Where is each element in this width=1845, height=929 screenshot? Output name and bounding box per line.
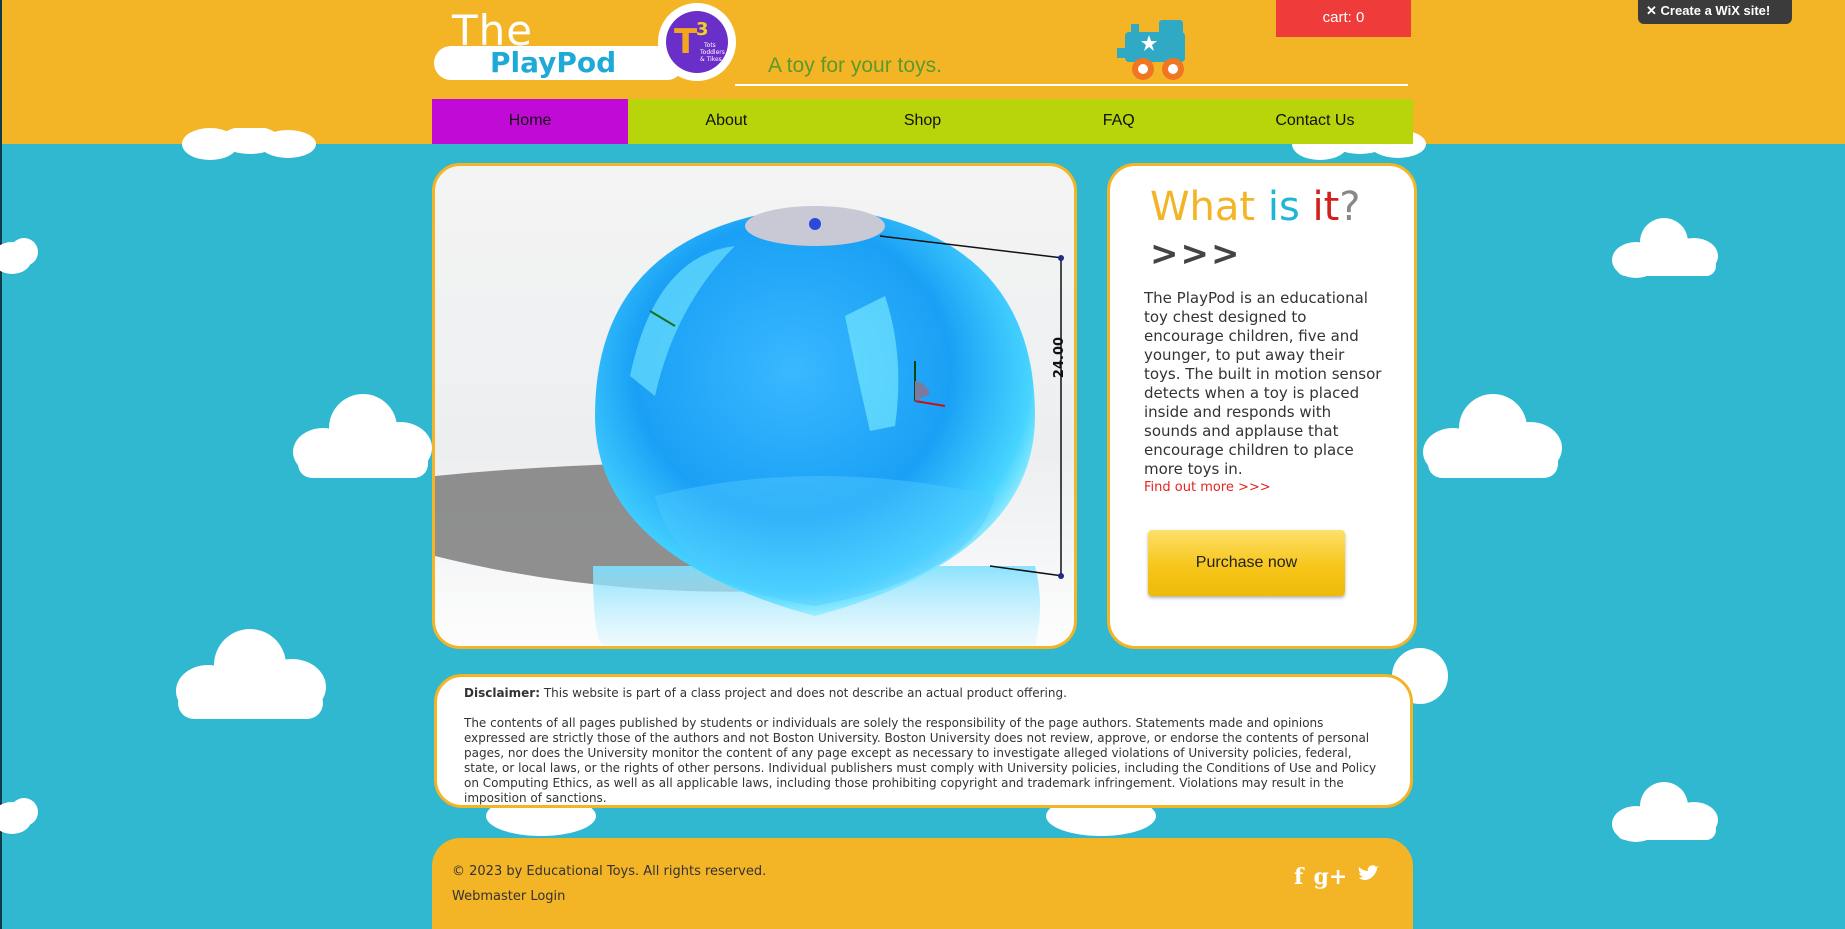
hero-image-panel: 24.00 (432, 163, 1077, 649)
main-nav: Home About Shop FAQ Contact Us (432, 99, 1413, 144)
svg-text:& Tikes: & Tikes (700, 56, 722, 63)
wix-icon: ✕ (1646, 3, 1661, 18)
logo-playpod: PlayPod (490, 46, 617, 79)
heading-word-what: What (1150, 184, 1256, 230)
heading-word-it: it (1312, 184, 1340, 230)
webmaster-login-link[interactable]: Webmaster Login (452, 889, 565, 904)
cloud-decoration (182, 128, 316, 160)
svg-text:T: T (674, 22, 698, 62)
product-description: The PlayPod is an educational toy chest … (1144, 289, 1382, 478)
site-tagline: A toy for your toys. (768, 54, 942, 77)
chevron-arrows: >>> (1150, 234, 1242, 274)
find-out-more-link[interactable]: Find out more >>> (1144, 480, 1271, 495)
nav-faq[interactable]: FAQ (1021, 99, 1217, 144)
twitter-bird-glyph (1359, 865, 1380, 880)
nav-shop[interactable]: Shop (824, 99, 1020, 144)
cloud-decoration (0, 798, 38, 834)
brand-badge: T 3 Tots Toddlers & Tikes (658, 3, 736, 81)
cloud-decoration (486, 806, 596, 836)
info-panel: What is it? >>> The PlayPod is an educat… (1107, 163, 1417, 649)
nav-contact-us[interactable]: Contact Us (1217, 99, 1413, 144)
cloud-decoration (1423, 394, 1562, 478)
svg-text:Toddlers: Toddlers (699, 49, 725, 56)
heading-question-mark: ? (1339, 184, 1361, 230)
disclaimer-panel: Disclaimer: This website is part of a cl… (434, 674, 1413, 808)
disclaimer-short: This website is part of a class project … (543, 686, 1067, 700)
purchase-now-button[interactable]: Purchase now (1148, 530, 1345, 596)
create-wix-site-banner[interactable]: ✕ Create a WiX site! (1638, 0, 1792, 24)
cloud-decoration (1046, 806, 1156, 836)
train-icon (1117, 20, 1185, 80)
svg-text:Tots: Tots (703, 42, 716, 49)
cloud-decoration (1612, 782, 1718, 842)
nav-about[interactable]: About (628, 99, 824, 144)
header-divider (735, 84, 1408, 86)
dimension-label: 24.00 (1052, 336, 1068, 379)
copyright-text: © 2023 by Educational Toys. All rights r… (452, 864, 767, 879)
nav-home[interactable]: Home (432, 99, 629, 144)
badge-circle: T 3 Tots Toddlers & Tikes (666, 11, 728, 73)
twitter-icon[interactable] (1357, 864, 1380, 890)
disclaimer-summary: Disclaimer: This website is part of a cl… (464, 686, 1384, 700)
cloud-decoration (293, 394, 432, 478)
cloud-decoration (0, 238, 38, 274)
google-plus-icon[interactable]: g+ (1313, 864, 1347, 890)
svg-text:3: 3 (696, 19, 709, 40)
disclaimer-body: The contents of all pages published by s… (464, 716, 1377, 805)
heading-word-is: is (1267, 184, 1300, 230)
what-is-it-heading: What is it? (1150, 184, 1361, 230)
cloud-decoration (1612, 218, 1718, 278)
t3-logo-icon: T 3 Tots Toddlers & Tikes (674, 19, 725, 63)
site-logo[interactable]: The PlayPod T 3 Tots Toddlers & Tikes (434, 3, 736, 84)
social-links: f g+ (1294, 864, 1380, 890)
cart-button[interactable]: cart: 0 (1276, 0, 1411, 37)
footer: © 2023 by Educational Toys. All rights r… (432, 838, 1413, 929)
cloud-decoration (176, 629, 326, 719)
facebook-icon[interactable]: f (1294, 864, 1303, 890)
wix-banner-label: Create a WiX site! (1660, 3, 1771, 18)
playpod-render-image (435, 206, 1064, 646)
disclaimer-label: Disclaimer: (464, 686, 541, 700)
